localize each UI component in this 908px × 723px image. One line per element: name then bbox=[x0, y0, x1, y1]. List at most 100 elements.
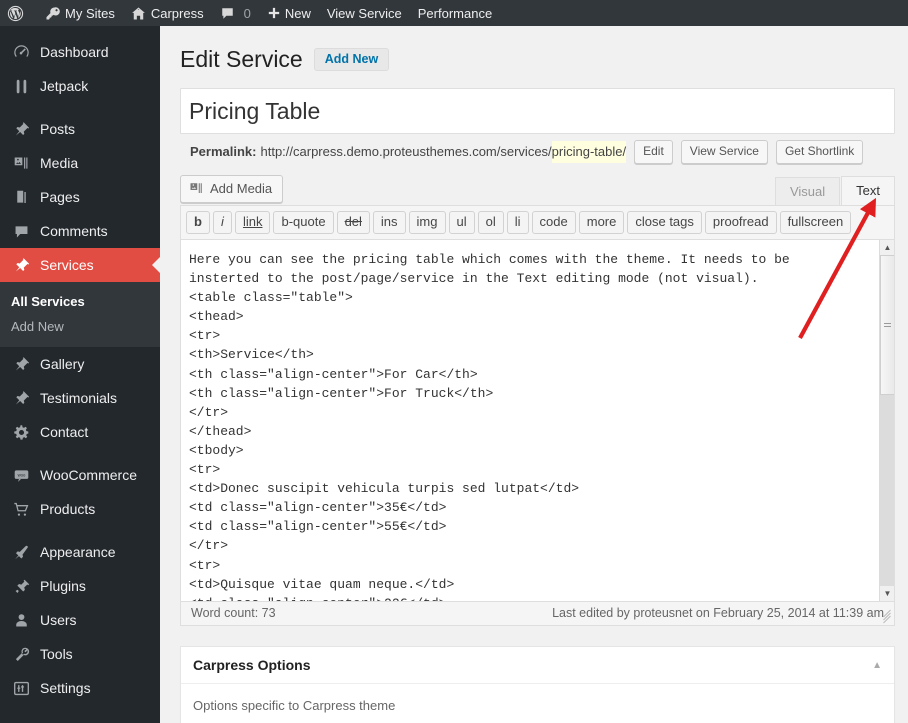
admin-bar-item-new[interactable]: New bbox=[259, 0, 319, 26]
brush-icon bbox=[11, 542, 31, 562]
media-icon bbox=[11, 153, 31, 173]
sidebar-item-comments[interactable]: Comments bbox=[0, 214, 160, 248]
qt-button-img[interactable]: img bbox=[408, 211, 446, 234]
metabox-body: Options specific to Carpress theme bbox=[181, 684, 894, 723]
sidebar-item-media[interactable]: Media bbox=[0, 146, 160, 180]
sidebar-item-services[interactable]: Services bbox=[0, 248, 160, 282]
sidebar-item-testimonials[interactable]: Testimonials bbox=[0, 381, 160, 415]
media-icon bbox=[189, 181, 204, 196]
settings-icon bbox=[11, 678, 31, 698]
sidebar-item-jetpack[interactable]: Jetpack bbox=[0, 69, 160, 103]
admin-bar-item-my-sites[interactable]: My Sites bbox=[37, 0, 123, 26]
editor-textarea[interactable]: Here you can see the pricing table which… bbox=[181, 240, 894, 601]
admin-bar-item-view-service[interactable]: View Service bbox=[319, 0, 410, 26]
scrollbar-thumb[interactable] bbox=[880, 255, 894, 395]
get-shortlink-button[interactable]: Get Shortlink bbox=[775, 140, 864, 164]
scrollbar-track[interactable] bbox=[880, 255, 894, 586]
sidebar-subitem-all-services[interactable]: All Services bbox=[0, 289, 160, 314]
admin-bar-label: Carpress bbox=[150, 5, 204, 21]
permalink-label: Permalink: bbox=[190, 144, 257, 159]
sidebar-item-users[interactable]: Users bbox=[0, 603, 160, 637]
sidebar-item-appearance[interactable]: Appearance bbox=[0, 535, 160, 569]
sidebar-item-label: Products bbox=[40, 501, 96, 517]
sidebar-item-contact[interactable]: Contact bbox=[0, 415, 160, 449]
admin-bar-item-comments[interactable]: 0 bbox=[212, 0, 259, 26]
gear-icon bbox=[11, 422, 31, 442]
last-edited-text: Last edited by proteusnet on February 25… bbox=[552, 606, 884, 620]
svg-text:woo: woo bbox=[17, 472, 25, 477]
qt-button-b[interactable]: b bbox=[186, 211, 210, 234]
scroll-up-arrow-icon[interactable]: ▲ bbox=[880, 240, 894, 255]
qt-button-li[interactable]: li bbox=[506, 211, 529, 234]
metabox-header[interactable]: Carpress Options ▲ bbox=[181, 647, 894, 684]
editor-scrollbar[interactable]: ▲ ▼ bbox=[879, 240, 894, 601]
menu-spacer bbox=[0, 103, 160, 112]
admin-bar: My Sites Carpress 0 New View Service Per… bbox=[0, 0, 908, 26]
admin-bar-item-site-name[interactable]: Carpress bbox=[123, 0, 212, 26]
add-media-button[interactable]: Add Media bbox=[180, 175, 284, 203]
pages-icon bbox=[11, 187, 31, 207]
qt-button-ins[interactable]: ins bbox=[372, 211, 406, 234]
tab-text[interactable]: Text bbox=[841, 176, 895, 206]
post-title-input[interactable] bbox=[181, 89, 894, 133]
page-title: Edit Service Add New bbox=[180, 45, 895, 74]
wordpress-logo-button[interactable] bbox=[0, 0, 37, 26]
pin-icon bbox=[11, 255, 31, 275]
admin-bar-label: Performance bbox=[417, 5, 493, 21]
qt-button-fullscreen[interactable]: fullscreen bbox=[779, 211, 852, 234]
plug-icon bbox=[11, 576, 31, 596]
sidebar-item-label: Gallery bbox=[40, 356, 85, 372]
qt-button-del[interactable]: del bbox=[336, 211, 370, 234]
qt-button-link[interactable]: link bbox=[234, 211, 271, 234]
sidebar-item-label: WooCommerce bbox=[40, 467, 137, 483]
permalink-slug[interactable]: pricing-table/ bbox=[551, 141, 627, 163]
admin-sidebar-menu: Dashboard Jetpack Posts Media Pages Comm… bbox=[0, 26, 160, 723]
view-service-button[interactable]: View Service bbox=[680, 140, 768, 164]
sidebar-item-products[interactable]: Products bbox=[0, 492, 160, 526]
qt-button-close-tags[interactable]: close tags bbox=[627, 211, 702, 234]
sidebar-item-label: Testimonials bbox=[40, 390, 118, 406]
word-count: Word count: 73 bbox=[191, 606, 276, 620]
jetpack-icon bbox=[11, 76, 31, 96]
admin-bar-label: View Service bbox=[326, 5, 402, 21]
qt-button-ul[interactable]: ul bbox=[448, 211, 475, 234]
scroll-down-arrow-icon[interactable]: ▼ bbox=[880, 586, 894, 601]
wrench-icon bbox=[11, 644, 31, 664]
sidebar-item-settings[interactable]: Settings bbox=[0, 671, 160, 705]
sidebar-item-pages[interactable]: Pages bbox=[0, 180, 160, 214]
permalink-row: Permalink: http://carpress.demo.proteust… bbox=[180, 134, 895, 174]
qt-button-ol[interactable]: ol bbox=[477, 211, 504, 234]
editor-status-bar: Word count: 73 Last edited by proteusnet… bbox=[181, 601, 894, 625]
sidebar-submenu-services: All Services Add New bbox=[0, 282, 160, 347]
tab-visual[interactable]: Visual bbox=[774, 177, 841, 206]
admin-bar-label: New bbox=[284, 5, 311, 21]
qt-button-proofread[interactable]: proofread bbox=[704, 211, 777, 234]
add-new-button[interactable]: Add New bbox=[313, 47, 390, 72]
scrollbar-grip-icon bbox=[884, 321, 891, 329]
sidebar-item-label: Dashboard bbox=[40, 44, 109, 60]
editor-mode-tabs: Visual Text bbox=[774, 175, 895, 206]
qt-button-code[interactable]: code bbox=[531, 211, 576, 234]
menu-spacer bbox=[0, 26, 160, 35]
sidebar-item-dashboard[interactable]: Dashboard bbox=[0, 35, 160, 69]
post-editor: Add Media Visual Text b i link b-quote d… bbox=[180, 175, 895, 626]
pin-icon bbox=[11, 354, 31, 374]
sidebar-item-tools[interactable]: Tools bbox=[0, 637, 160, 671]
sidebar-item-plugins[interactable]: Plugins bbox=[0, 569, 160, 603]
chevron-up-icon[interactable]: ▲ bbox=[872, 660, 882, 671]
permalink-edit-button[interactable]: Edit bbox=[634, 140, 673, 164]
sidebar-item-woocommerce[interactable]: woo WooCommerce bbox=[0, 458, 160, 492]
sidebar-item-label: Jetpack bbox=[40, 78, 89, 94]
qt-button-b-quote[interactable]: b-quote bbox=[273, 211, 334, 234]
qt-button-more[interactable]: more bbox=[578, 211, 625, 234]
sidebar-item-gallery[interactable]: Gallery bbox=[0, 347, 160, 381]
pin-icon bbox=[11, 388, 31, 408]
permalink-url[interactable]: http://carpress.demo.proteusthemes.com/s… bbox=[260, 141, 551, 163]
sidebar-item-posts[interactable]: Posts bbox=[0, 112, 160, 146]
sidebar-item-label: Users bbox=[40, 612, 77, 628]
sidebar-subitem-add-new[interactable]: Add New bbox=[0, 314, 160, 339]
resize-handle-icon[interactable] bbox=[882, 609, 892, 624]
qt-button-i[interactable]: i bbox=[212, 211, 232, 234]
sidebar-item-label: Contact bbox=[40, 424, 89, 440]
admin-bar-item-performance[interactable]: Performance bbox=[410, 0, 500, 26]
